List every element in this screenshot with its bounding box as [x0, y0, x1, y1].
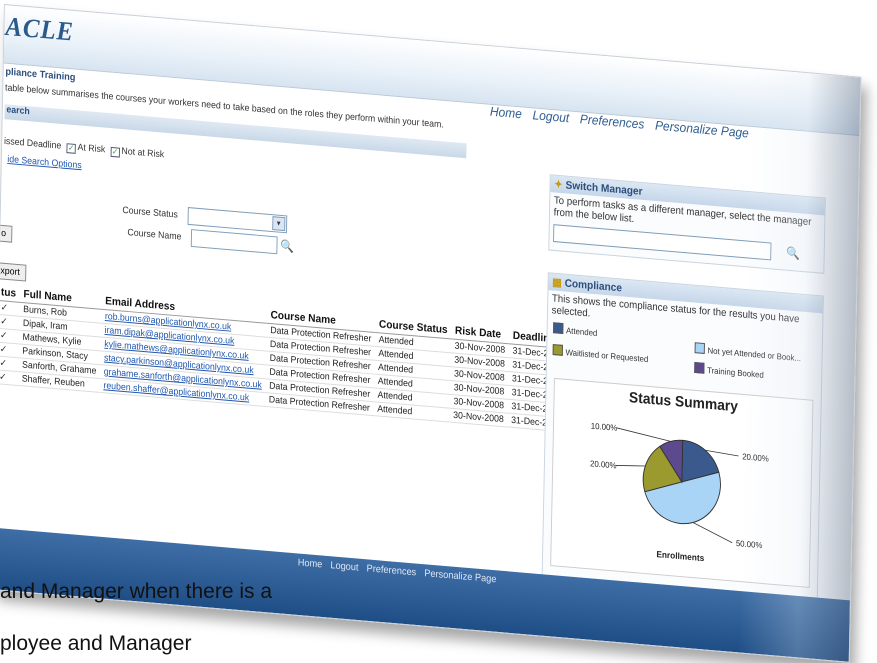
legend-item-not-yet: Not yet Attended or Book... [694, 342, 802, 364]
legend-swatch [694, 362, 705, 375]
filter-not-at-risk-label: Not at Risk [121, 145, 165, 161]
course-status-label: Course Status [122, 204, 178, 221]
pie-leader-line [615, 465, 646, 467]
oracle-logo: RACLE [0, 9, 75, 47]
footer-home-link[interactable]: Home [298, 557, 323, 570]
chart-icon: ▦ [552, 276, 562, 290]
footer-nav: Home Logout Preferences Personalize Page [298, 557, 502, 585]
export-button[interactable]: xport [0, 262, 27, 282]
switch-manager-box: ✦ Switch Manager To perform tasks as a d… [548, 174, 826, 275]
course-name-input[interactable] [191, 229, 278, 255]
application-screenshot-panel: RACLE pliance Training table below summa… [0, 4, 862, 663]
pie-data-label: 20.00% [742, 452, 769, 464]
pie-chart-svg: 20.00% 50.00% 20.00% 10.00% Enrollments [590, 422, 769, 564]
legend-label: Training Booked [707, 365, 764, 381]
nav-logout-link[interactable]: Logout [532, 107, 569, 125]
pie-leader-line [616, 427, 671, 443]
legend-swatch [553, 322, 564, 335]
column-status[interactable]: tus [0, 284, 20, 303]
switch-manager-icon: ✦ [554, 178, 563, 192]
course-name-label: Course Name [127, 227, 182, 243]
go-button[interactable]: o [0, 224, 13, 243]
footer-preferences-link[interactable]: Preferences [366, 563, 416, 578]
legend-swatch [694, 342, 705, 355]
nav-home-link[interactable]: Home [490, 104, 522, 122]
chart-axis-label: Enrollments [656, 549, 704, 563]
legend-label: Waitlisted or Requested [565, 347, 649, 365]
right-column: ✦ Switch Manager To perform tasks as a d… [541, 174, 826, 621]
footer-logout-link[interactable]: Logout [330, 560, 358, 573]
filter-at-risk-label: At Risk [77, 142, 106, 156]
status-summary-chart: Status Summary 20.00% 50.00% 20.00% 10.00% E… [550, 378, 814, 589]
legend-label: Not yet Attended or Book... [707, 345, 802, 364]
pie-data-label: 20.00% [590, 459, 617, 471]
chevron-down-icon[interactable]: ▾ [272, 216, 286, 232]
results-table: tus Full Name Email Address Course Name … [0, 284, 584, 434]
status-check-icon: ✓ [0, 342, 19, 358]
at-risk-checkbox[interactable]: ✓ [66, 143, 76, 154]
compliance-box: ▦ Compliance This shows the compliance s… [541, 272, 824, 600]
search-icon[interactable]: 🔍 [280, 239, 294, 254]
legend-label: Attended [565, 325, 598, 339]
legend-item-booked: Training Booked [694, 362, 764, 380]
status-check-icon: ✓ [0, 369, 19, 386]
caption-line-2: ployee and Manager [0, 632, 192, 655]
legend-item-attended: Attended [553, 322, 598, 339]
status-check-icon: ✓ [0, 328, 20, 344]
search-icon[interactable]: 🔍 [786, 246, 800, 261]
status-check-icon: ✓ [0, 355, 19, 372]
pie-data-label: 10.00% [591, 422, 618, 434]
hide-search-options-link[interactable]: ide Search Options [7, 154, 82, 171]
not-at-risk-checkbox[interactable]: ✓ [110, 146, 120, 158]
filter-missed-deadline-label: issed Deadline [3, 135, 62, 152]
pie-data-label: 50.00% [736, 539, 763, 551]
legend-swatch [552, 344, 563, 357]
page-title: pliance Training [5, 66, 76, 84]
pie-leader-line [692, 522, 733, 544]
footer-personalize-link[interactable]: Personalize Page [424, 568, 496, 585]
legend-item-waitlisted: Waitlisted or Requested [552, 344, 649, 365]
caption-line-1: and Manager when there is a [0, 580, 273, 603]
